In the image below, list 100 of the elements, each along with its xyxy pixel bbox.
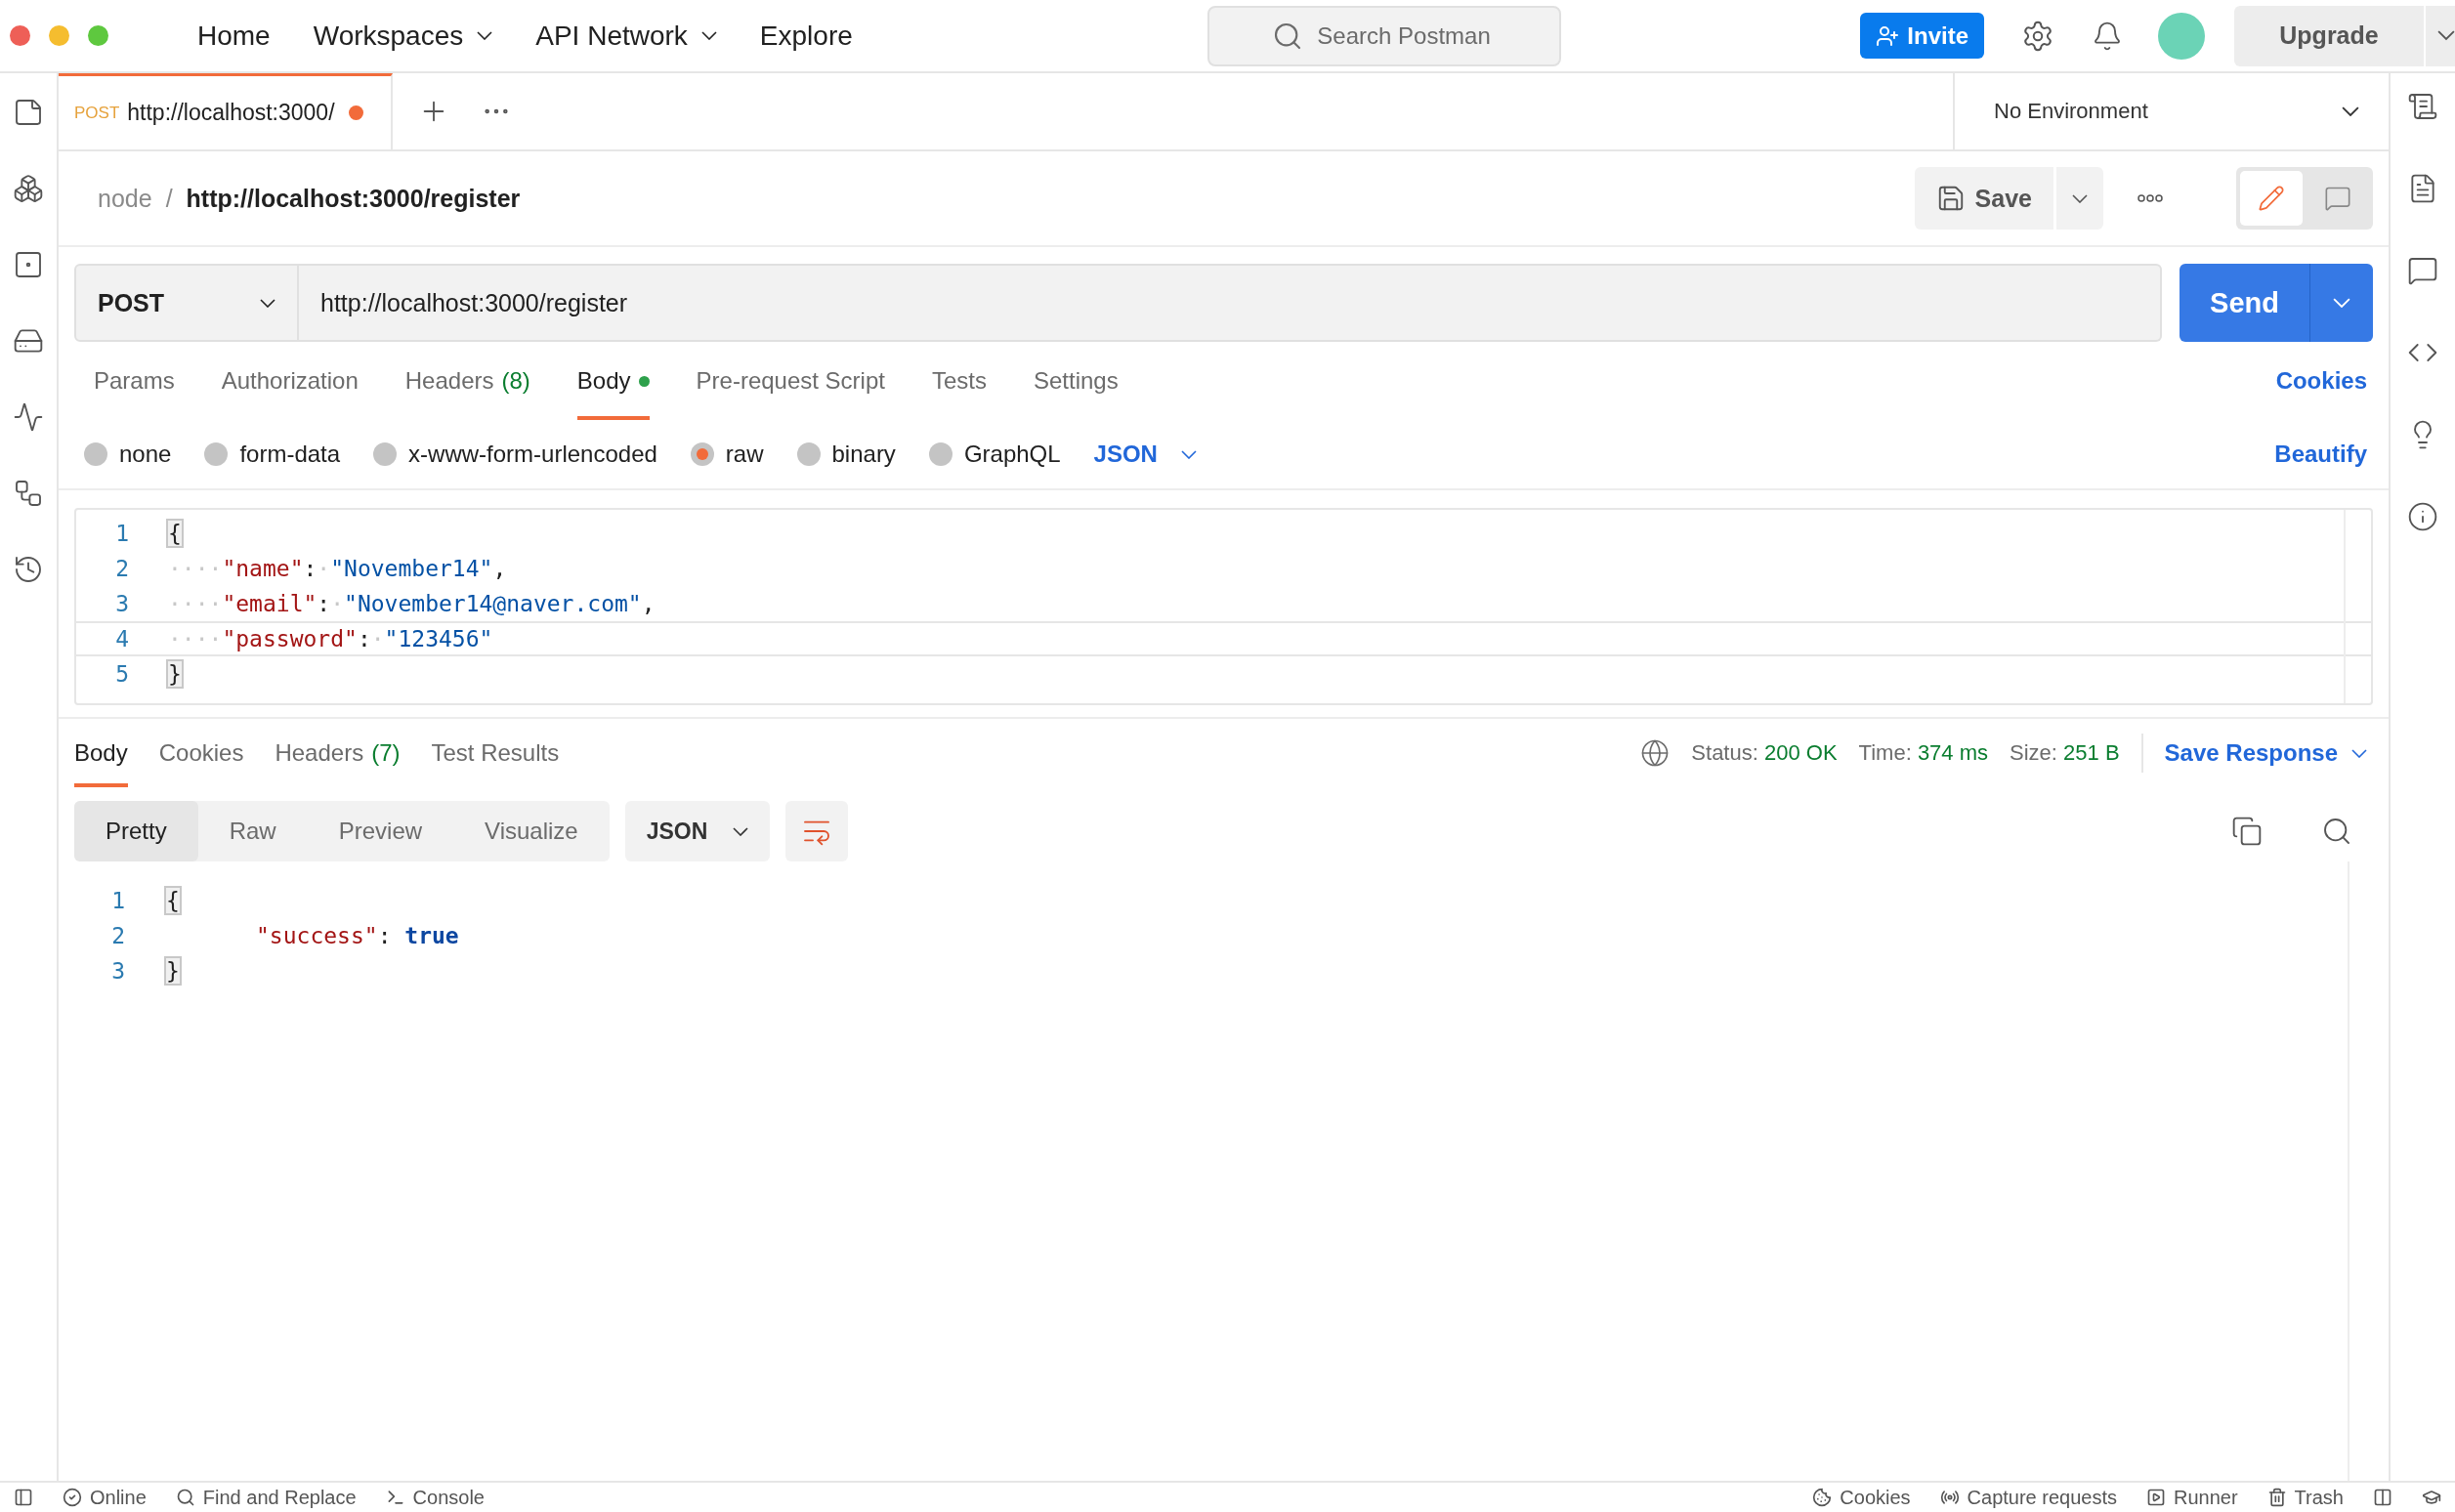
response-stat: Time: 374 ms xyxy=(1858,740,1989,766)
whitespace-marker: · xyxy=(330,591,345,616)
code-brace: { xyxy=(166,888,180,913)
environment-label: No Environment xyxy=(1994,99,2148,124)
page-icon[interactable] xyxy=(13,97,44,128)
body-type-radio[interactable]: form-data xyxy=(204,441,341,468)
wrap-lines-button[interactable] xyxy=(785,801,849,861)
save-response-button[interactable]: Save Response xyxy=(2164,739,2367,767)
whitespace-marker: · xyxy=(370,626,385,651)
code-punctuation: , xyxy=(492,556,507,581)
body-type-radio[interactable]: binary xyxy=(796,441,896,468)
code-brace: } xyxy=(168,661,182,687)
response-tab[interactable]: Headers (7) xyxy=(275,719,401,787)
tab-title: http://localhost:3000/ xyxy=(127,100,335,126)
code-string: "November14@naver.com" xyxy=(344,591,642,616)
notifications-icon[interactable] xyxy=(2092,20,2123,52)
request-section-tab[interactable]: Settings xyxy=(1033,342,1119,420)
environment-dropdown[interactable]: No Environment xyxy=(1953,73,2389,149)
request-section-tab[interactable]: Authorization xyxy=(221,342,359,420)
code-punctuation: : xyxy=(317,591,331,616)
code-editor[interactable]: 1 { 2 ····"name":·"November14", 3 ····"email":·"November14@naver.com", 4 ····"password":·"123456" 5 } xyxy=(74,508,2373,705)
cookies-link[interactable]: Cookies xyxy=(2275,367,2367,395)
chevron-down-icon xyxy=(2333,297,2350,309)
chevron-down-icon xyxy=(2351,748,2367,758)
chevron-down-icon xyxy=(477,31,493,40)
cubes-icon[interactable] xyxy=(13,173,44,204)
status-bar-item[interactable]: Capture requests xyxy=(1939,1486,2117,1509)
status-bar-item[interactable]: Online xyxy=(63,1486,147,1509)
edit-mode-button[interactable] xyxy=(2240,171,2303,226)
chevron-down-icon xyxy=(700,31,717,40)
chevron-down-icon xyxy=(2072,193,2088,203)
code-key: "password" xyxy=(222,626,358,651)
nav-menu-item[interactable]: API Network xyxy=(514,20,739,52)
request-section-tab[interactable]: Tests xyxy=(931,342,987,420)
view-mode-tab[interactable]: Visualize xyxy=(453,801,610,861)
line-number: 3 xyxy=(114,591,130,616)
close-window-button[interactable] xyxy=(10,25,30,46)
request-section-tab[interactable]: Body xyxy=(576,342,650,420)
graduation-cap-icon[interactable] xyxy=(2422,1488,2441,1507)
save-button[interactable]: Save xyxy=(1914,167,2053,230)
comment-icon xyxy=(2324,185,2351,212)
status-bar-item[interactable]: Console xyxy=(385,1486,485,1509)
user-plus-icon xyxy=(1876,23,1900,48)
status-bar-item[interactable]: Cookies xyxy=(1812,1486,1911,1509)
view-mode-tab[interactable]: Preview xyxy=(307,801,454,861)
line-number: 2 xyxy=(114,556,130,581)
body-type-radio[interactable]: raw xyxy=(690,441,764,468)
body-type-radio[interactable]: x-www-form-urlencoded xyxy=(373,441,657,468)
response-format-dropdown[interactable]: JSON xyxy=(624,801,771,861)
whitespace-marker: · xyxy=(317,556,331,581)
response-tab[interactable]: Test Results xyxy=(431,719,560,787)
status-bar-item[interactable]: Trash xyxy=(2266,1486,2344,1509)
status-bar-item[interactable]: Runner xyxy=(2146,1486,2238,1509)
line-number: 1 xyxy=(110,888,126,913)
flow-icon[interactable] xyxy=(13,478,44,509)
method-dropdown[interactable]: POST xyxy=(74,264,299,342)
response-tab[interactable]: Cookies xyxy=(158,719,244,787)
settings-icon[interactable] xyxy=(2021,19,2054,53)
request-tab[interactable]: POST http://localhost:3000/ xyxy=(59,73,393,149)
code-key: "email" xyxy=(222,591,317,616)
scroll-icon[interactable] xyxy=(2407,91,2438,122)
beautify-link[interactable]: Beautify xyxy=(2274,441,2367,468)
whitespace-marker: ···· xyxy=(168,591,223,616)
code-string: "123456" xyxy=(384,626,493,651)
two-pane-icon[interactable] xyxy=(2373,1488,2392,1507)
body-type-radio[interactable]: none xyxy=(84,441,172,468)
upgrade-options-button[interactable] xyxy=(2437,30,2455,41)
nav-menu-item[interactable]: Home xyxy=(176,20,292,52)
request-section-tab[interactable]: Pre-request Script xyxy=(696,342,885,420)
line-number: 2 xyxy=(110,923,126,948)
invite-button[interactable]: Invite xyxy=(1860,13,1984,59)
status-bar-item[interactable]: Find and Replace xyxy=(175,1486,357,1509)
globe-icon xyxy=(1640,738,1671,768)
nav-menu-item[interactable]: Workspaces xyxy=(291,20,515,52)
pulse-icon[interactable] xyxy=(13,401,44,433)
info-icon[interactable] xyxy=(2407,501,2438,532)
code-string: "November14" xyxy=(330,556,493,581)
code-brace: { xyxy=(168,521,182,546)
view-mode-tab[interactable]: Pretty xyxy=(74,801,198,861)
line-number: 5 xyxy=(114,661,130,687)
nav-menu-item[interactable]: Explore xyxy=(738,20,874,52)
response-tab[interactable]: Body xyxy=(74,719,128,787)
code-punctuation: : xyxy=(357,626,371,651)
whitespace-marker: ···· xyxy=(168,556,223,581)
view-mode-tab[interactable]: Raw xyxy=(197,801,308,861)
chevron-down-icon xyxy=(733,826,749,836)
sidebar-toggle-icon[interactable] xyxy=(14,1488,33,1507)
response-stat: Status: 200 OK xyxy=(1691,740,1838,766)
comment-icon[interactable] xyxy=(2407,255,2438,286)
url-field[interactable]: http://localhost:3000/register xyxy=(299,264,2162,342)
request-section-tab[interactable]: Params xyxy=(94,342,175,420)
method-label: POST xyxy=(74,103,120,123)
search-field[interactable]: Search Postman xyxy=(1207,5,1562,66)
body-type-radio[interactable]: GraphQL xyxy=(928,441,1061,468)
breadcrumb-separator: / xyxy=(165,184,173,213)
history-icon[interactable] xyxy=(13,554,44,585)
request-section-tab[interactable]: Headers (8) xyxy=(404,342,530,420)
copy-icon[interactable] xyxy=(2231,816,2264,847)
pencil-icon xyxy=(2258,185,2285,212)
format-dropdown[interactable]: JSON xyxy=(1093,441,1197,468)
